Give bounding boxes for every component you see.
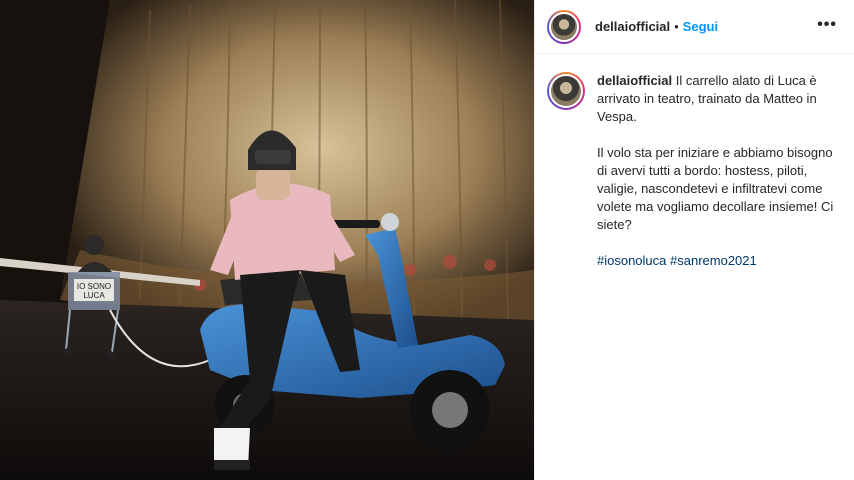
post-caption: dellaiofficial Il carrello alato di Luca… bbox=[547, 72, 847, 288]
post-side-panel: dellaiofficial • Segui ••• dellaiofficia… bbox=[534, 0, 854, 480]
separator-dot: • bbox=[674, 19, 679, 34]
post-header: dellaiofficial • Segui ••• bbox=[535, 0, 854, 54]
cart-sign-line1: IO SONO bbox=[77, 282, 111, 291]
avatar[interactable] bbox=[547, 9, 581, 44]
caption-text: dellaiofficial Il carrello alato di Luca… bbox=[597, 72, 837, 288]
header-username[interactable]: dellaiofficial bbox=[595, 19, 670, 34]
follow-button[interactable]: Segui bbox=[683, 19, 718, 34]
caption-username[interactable]: dellaiofficial bbox=[597, 73, 672, 88]
post-photo[interactable]: IO SONO LUCA bbox=[0, 0, 534, 480]
cart-sign-line2: LUCA bbox=[83, 291, 105, 300]
caption-body-text: Il volo sta per iniziare e abbiamo bisog… bbox=[597, 145, 834, 232]
stage-scene-image: IO SONO LUCA bbox=[0, 0, 534, 480]
hashtag-link[interactable]: #iosonoluca bbox=[597, 253, 666, 268]
more-options-icon[interactable]: ••• bbox=[817, 17, 837, 33]
hashtag-link[interactable]: #sanremo2021 bbox=[670, 253, 757, 268]
caption-avatar[interactable] bbox=[547, 72, 585, 110]
